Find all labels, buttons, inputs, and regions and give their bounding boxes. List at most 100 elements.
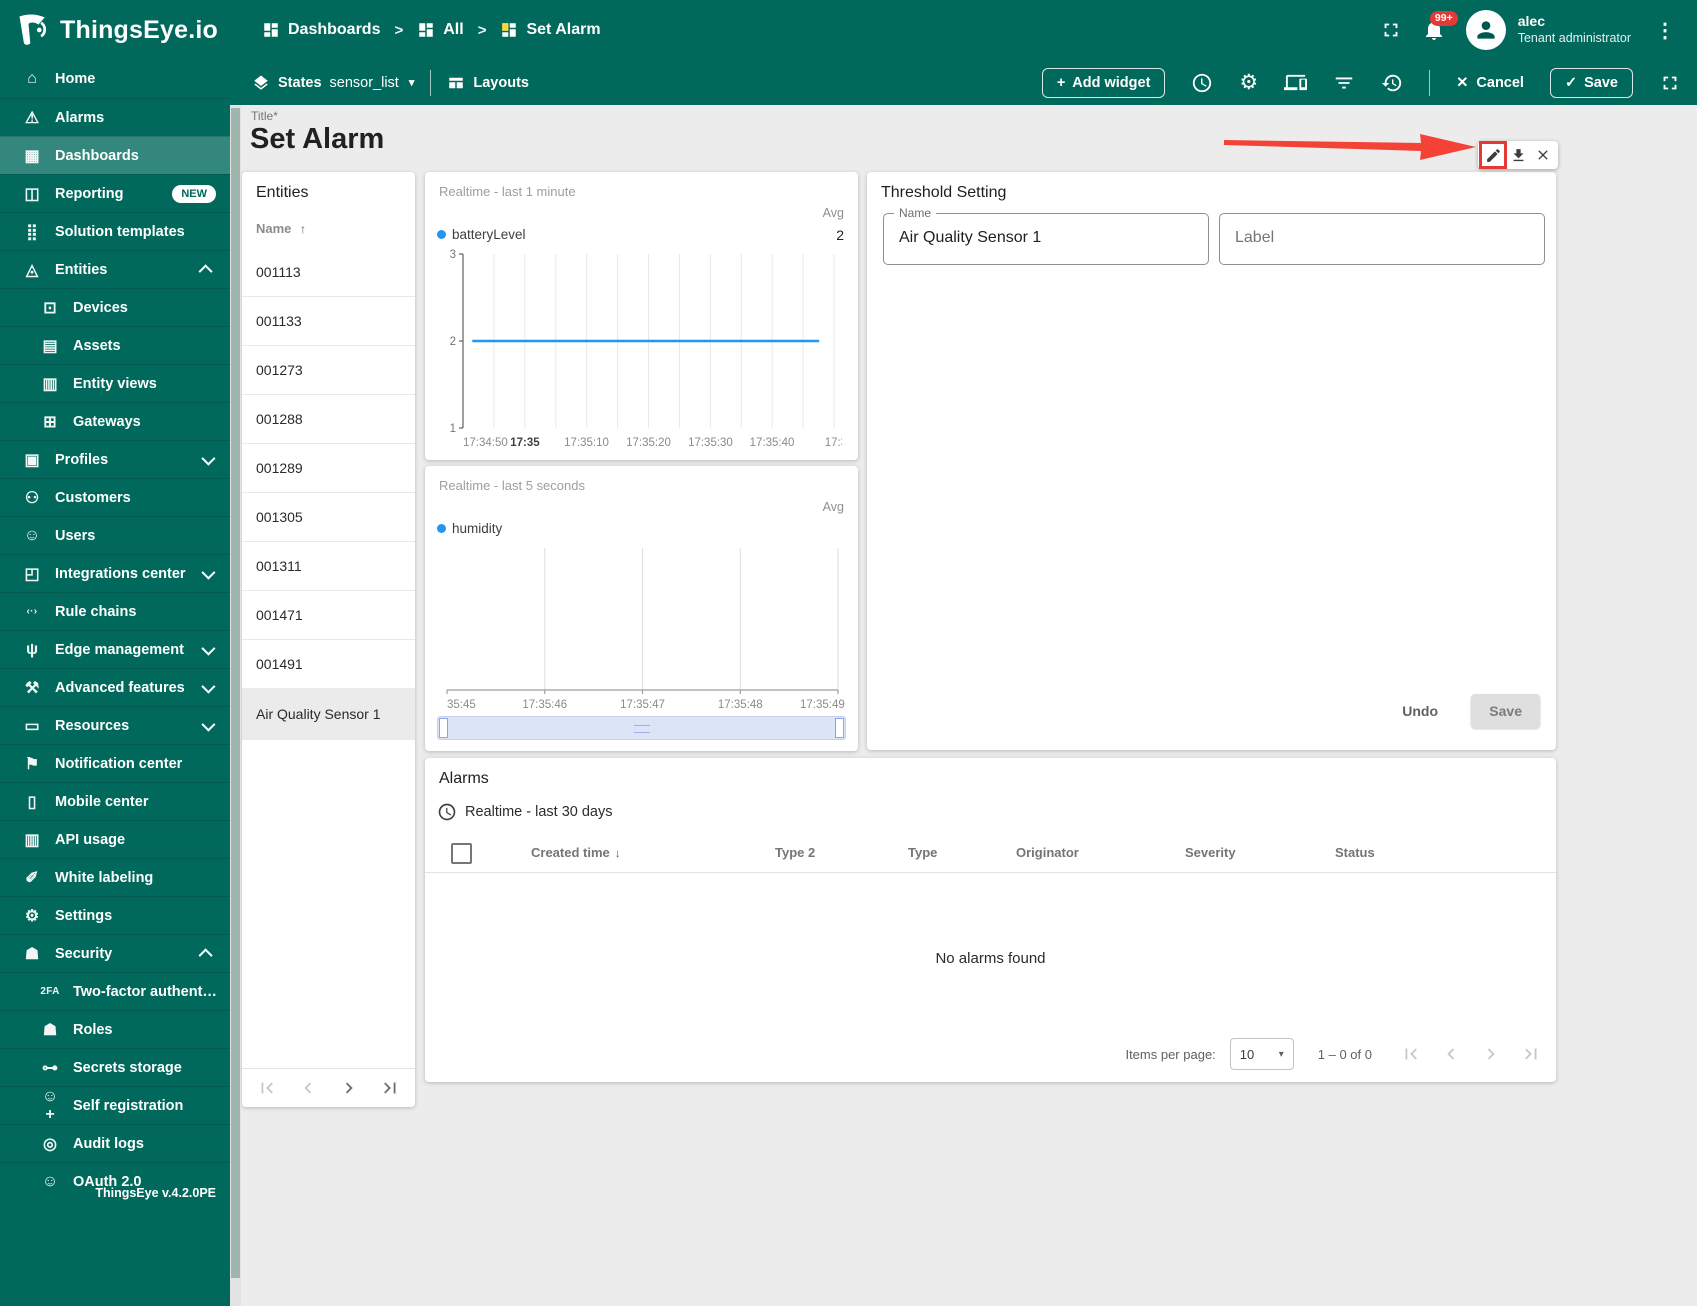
sidebar-item-secrets-storage[interactable]: ⊶ Secrets storage (0, 1048, 230, 1086)
chart-timewindow-label[interactable]: Realtime - last 1 minute (439, 184, 576, 199)
filter-icon[interactable] (1333, 72, 1355, 94)
first-page-button[interactable] (256, 1077, 278, 1099)
person-icon (1477, 21, 1495, 39)
sidebar-item-solution-templates[interactable]: ⣿ Solution templates (0, 212, 230, 250)
edit-widget-button[interactable] (1479, 141, 1507, 169)
fullscreen-icon[interactable] (1659, 72, 1681, 94)
sidebar-item-self-registration[interactable]: ☺+ Self registration (0, 1086, 230, 1124)
alarms-column-type[interactable]: Type (908, 845, 937, 860)
chart-horizontal-scrollbar[interactable] (437, 716, 846, 740)
sidebar-item-assets[interactable]: ▤ Assets (0, 326, 230, 364)
page-title[interactable]: Set Alarm (250, 123, 384, 156)
alarms-column-type-2[interactable]: Type 2 (775, 845, 815, 860)
export-widget-button[interactable] (1506, 143, 1530, 167)
scrollbar-thumb[interactable] (231, 108, 240, 1278)
sidebar-item-customers[interactable]: ⚇ Customers (0, 478, 230, 516)
sidebar-item-advanced-features[interactable]: ⚒ Advanced features (0, 668, 230, 706)
sidebar-item-settings[interactable]: ⚙ Settings (0, 896, 230, 934)
breadcrumb-set-alarm[interactable]: Set Alarm (500, 21, 601, 39)
history-icon[interactable] (1381, 72, 1403, 94)
entity-row[interactable]: 001113 (242, 248, 415, 297)
sidebar-item-profiles[interactable]: ▣ Profiles (0, 440, 230, 478)
sidebar-item-devices[interactable]: ⊡ Devices (0, 288, 230, 326)
sidebar-item-label: Settings (55, 907, 113, 924)
add-widget-label: Add widget (1072, 74, 1151, 91)
alarms-column-created-time[interactable]: Created time ↓ (531, 845, 621, 860)
entity-row[interactable]: Air Quality Sensor 1 (242, 689, 415, 740)
sidebar-item-resources[interactable]: ▭ Resources (0, 706, 230, 744)
label-field[interactable]: Label (1219, 213, 1545, 265)
states-label: States (278, 74, 322, 91)
devices-display-icon[interactable] (1284, 71, 1308, 94)
cancel-button[interactable]: ✕ Cancel (1456, 75, 1524, 91)
prev-page-button[interactable] (1440, 1043, 1462, 1065)
alarms-column-originator[interactable]: Originator (1016, 845, 1079, 860)
sidebar-item-two-factor[interactable]: 2FA Two-factor authenticati… (0, 972, 230, 1010)
entity-row[interactable]: 001273 (242, 346, 415, 395)
sidebar-item-integrations-center[interactable]: ◰ Integrations center (0, 554, 230, 592)
sidebar-item-home[interactable]: ⌂ Home (0, 60, 230, 98)
breadcrumb-dashboards[interactable]: Dashboards (262, 21, 380, 39)
legend-batteryLevel[interactable]: batteryLevel (437, 227, 526, 242)
name-field[interactable]: Name Air Quality Sensor 1 (883, 206, 1209, 265)
alarms-column-severity[interactable]: Severity (1185, 845, 1236, 860)
rule-chains-icon: ‹·› (26, 606, 38, 617)
sidebar-item-users[interactable]: ☺ Users (0, 516, 230, 554)
chart-timewindow-label[interactable]: Realtime - last 5 seconds (439, 478, 585, 493)
scroll-handle-left[interactable] (439, 718, 448, 738)
select-all-checkbox[interactable] (451, 843, 472, 864)
sidebar-item-api-usage[interactable]: ▥ API usage (0, 820, 230, 858)
states-selector[interactable]: States sensor_list ▾ (252, 74, 414, 92)
legend-humidity[interactable]: humidity (437, 521, 502, 536)
sidebar-item-security[interactable]: ☗ Security (0, 934, 230, 972)
name-column-header[interactable]: Name ↑ (256, 221, 306, 236)
sidebar-item-label: Self registration (73, 1097, 184, 1114)
sidebar-item-gateways[interactable]: ⊞ Gateways (0, 402, 230, 440)
sidebar-item-white-labeling[interactable]: ✐ White labeling (0, 858, 230, 896)
sidebar-item-entities[interactable]: ◬ Entities (0, 250, 230, 288)
undo-button[interactable]: Undo (1396, 702, 1444, 720)
layouts-button[interactable]: Layouts (447, 74, 529, 92)
timewindow-icon[interactable] (1191, 72, 1213, 94)
threshold-save-button[interactable]: Save (1471, 694, 1540, 728)
add-widget-button[interactable]: + Add widget (1041, 67, 1166, 98)
entity-row[interactable]: 001133 (242, 297, 415, 346)
avatar[interactable] (1465, 10, 1506, 50)
sidebar-item-rule-chains[interactable]: ‹·› Rule chains (0, 592, 230, 630)
alarms-timewindow-button[interactable]: Realtime - last 30 days (437, 802, 612, 822)
sidebar-item-entity-views[interactable]: ▥ Entity views (0, 364, 230, 402)
entity-row[interactable]: 001471 (242, 591, 415, 640)
sidebar-item-roles[interactable]: ☗ Roles (0, 1010, 230, 1048)
scroll-handle-right[interactable] (835, 718, 844, 738)
entity-row[interactable]: 001288 (242, 395, 415, 444)
items-per-page-select[interactable]: 10 ▾ (1229, 1038, 1294, 1070)
sidebar-item-edge-management[interactable]: ψ Edge management (0, 630, 230, 668)
sidebar-item-alarms[interactable]: ⚠ Alarms (0, 98, 230, 136)
alarms-column-status[interactable]: Status (1335, 845, 1375, 860)
notifications-button[interactable]: 99+ (1422, 11, 1458, 42)
breadcrumb-all[interactable]: All (417, 21, 464, 39)
first-page-button[interactable] (1400, 1043, 1422, 1065)
last-page-button[interactable] (1520, 1043, 1542, 1065)
fullscreen-icon[interactable] (1380, 19, 1402, 41)
entity-row[interactable]: 001289 (242, 444, 415, 493)
remove-widget-button[interactable] (1531, 143, 1555, 167)
settings-gear-icon[interactable]: ⚙ (1239, 72, 1258, 93)
sidebar-scrollbar[interactable] (230, 60, 241, 1306)
sidebar-item-notification-center[interactable]: ⚑ Notification center (0, 744, 230, 782)
last-page-button[interactable] (379, 1077, 401, 1099)
next-page-button[interactable] (338, 1077, 360, 1099)
sidebar-item-reporting[interactable]: ◫ Reporting NEW (0, 174, 230, 212)
entity-row[interactable]: 001311 (242, 542, 415, 591)
prev-page-button[interactable] (297, 1077, 319, 1099)
sidebar-item-mobile-center[interactable]: ▯ Mobile center (0, 782, 230, 820)
sidebar-item-audit-logs[interactable]: ◎ Audit logs (0, 1124, 230, 1162)
entity-row[interactable]: 001491 (242, 640, 415, 689)
legend-dot (437, 524, 446, 533)
app-logo[interactable]: ThingsEye.io (0, 12, 230, 48)
next-page-button[interactable] (1480, 1043, 1502, 1065)
entity-row[interactable]: 001305 (242, 493, 415, 542)
kebab-menu-icon[interactable]: ⋮ (1651, 18, 1679, 43)
sidebar-item-dashboards[interactable]: ▦ Dashboards (0, 136, 230, 174)
save-button[interactable]: ✓ Save (1549, 67, 1633, 98)
